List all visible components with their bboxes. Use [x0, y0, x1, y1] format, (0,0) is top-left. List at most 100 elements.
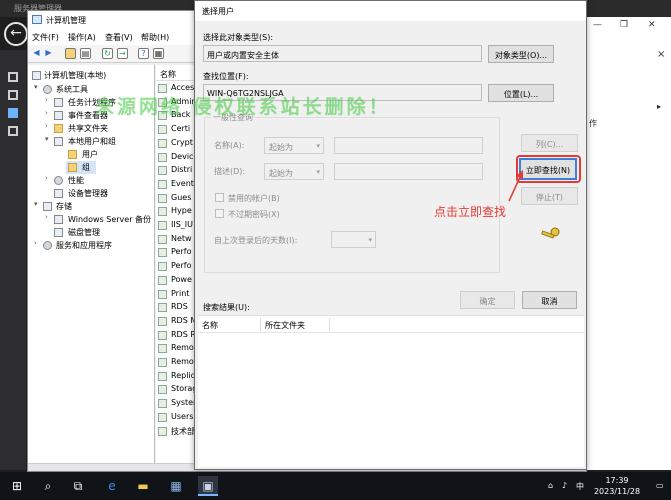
list-item[interactable]: 技术部	[156, 425, 196, 438]
expand-arrow-icon[interactable]: ›	[34, 239, 37, 247]
notifications-icon[interactable]: ▭	[656, 481, 664, 490]
expand-arrow-icon[interactable]: ›	[45, 109, 48, 117]
locations-button[interactable]: 位置(L)...	[488, 84, 554, 102]
refresh-icon[interactable]: ↻	[102, 48, 113, 59]
local-server-icon[interactable]	[8, 90, 18, 100]
list-item-label: RDS M	[171, 315, 196, 325]
stop-button[interactable]: 停止(T)	[521, 187, 578, 205]
file-services-icon[interactable]	[8, 126, 18, 136]
actions-text: 作	[589, 119, 597, 128]
non-expiring-password-checkbox[interactable]	[215, 209, 224, 218]
days-since-logon-select[interactable]: ▾	[331, 231, 376, 248]
all-servers-icon[interactable]	[8, 108, 18, 118]
list-item[interactable]: Users	[156, 411, 196, 424]
export-icon[interactable]: →	[117, 48, 128, 59]
list-item[interactable]: Syster	[156, 397, 196, 410]
volume-icon[interactable]: ♪	[562, 481, 567, 490]
name-match-select[interactable]: 起始为 ▾	[264, 137, 324, 154]
list-item[interactable]: Crypt	[156, 137, 196, 150]
list-item[interactable]: Remot	[156, 356, 196, 369]
list-item[interactable]: Distri	[156, 164, 196, 177]
list-item[interactable]: Storag	[156, 383, 196, 396]
tree-groups[interactable]: 组	[66, 161, 96, 174]
menu-file[interactable]: 文件(F)	[32, 32, 59, 43]
menu-view[interactable]: 查看(V)	[105, 32, 133, 43]
list-item[interactable]: Event	[156, 178, 196, 191]
collapse-arrow-icon[interactable]: ▾	[34, 83, 38, 91]
up-folder-icon[interactable]	[65, 48, 76, 59]
list-item[interactable]: Certi	[156, 123, 196, 136]
task-view-icon[interactable]: ⧉	[68, 476, 88, 496]
group-icon	[158, 262, 167, 272]
description-input[interactable]	[334, 163, 483, 180]
description-label: 描述(D):	[214, 167, 246, 176]
column-divider[interactable]	[260, 318, 261, 331]
computer-management-taskbar-icon[interactable]: ▣	[198, 476, 218, 496]
clock[interactable]: 17:39 2023/11/28	[585, 475, 649, 497]
forward-icon[interactable]: ▶	[43, 48, 54, 59]
file-explorer-icon[interactable]: ▬	[133, 476, 153, 496]
list-item-label: Syster	[171, 398, 196, 408]
expand-arrow-icon[interactable]: ›	[45, 174, 48, 182]
collapse-arrow-icon[interactable]: ▾	[34, 200, 38, 208]
help-icon[interactable]: ?	[138, 48, 149, 59]
list-item[interactable]: RDS R	[156, 329, 196, 342]
list-item[interactable]: Remot	[156, 342, 196, 355]
list-item[interactable]: Gues	[156, 192, 196, 205]
shared-folder-icon	[54, 124, 63, 133]
expand-arrow-icon[interactable]: ›	[45, 96, 48, 104]
list-item[interactable]: Print	[156, 288, 196, 301]
dialog-close-icon[interactable]: ×	[202, 6, 580, 15]
ime-indicator[interactable]: 中	[576, 481, 584, 492]
list-item[interactable]: RDS M	[156, 315, 196, 328]
search-icon[interactable]: ⌕	[38, 476, 58, 496]
expand-arrow-icon[interactable]: ›	[45, 213, 48, 221]
list-item[interactable]: IIS_IU	[156, 219, 196, 232]
list-item-label: Access	[171, 83, 196, 92]
search-results-table: 名称 所在文件夹	[198, 315, 584, 467]
menu-action[interactable]: 操作(A)	[68, 32, 96, 43]
back-arrow-icon[interactable]: ←	[4, 22, 28, 46]
column-divider[interactable]	[329, 318, 330, 331]
list-item[interactable]: Netw	[156, 233, 196, 246]
disabled-accounts-checkbox[interactable]	[215, 193, 224, 202]
list-item[interactable]: Perfo	[156, 260, 196, 273]
name-label: 名称(A):	[214, 141, 245, 150]
performance-icon	[54, 176, 63, 185]
list-item[interactable]: Perfo	[156, 246, 196, 259]
menu-help[interactable]: 帮助(H)	[141, 32, 169, 43]
show-tree-icon[interactable]: ▤	[80, 48, 91, 59]
list-item[interactable]: RDS	[156, 301, 196, 314]
list-header-name[interactable]: 名称	[156, 65, 196, 81]
network-icon[interactable]: ⌂	[548, 481, 553, 490]
edge-browser-icon[interactable]: e	[102, 476, 122, 496]
group-icon	[158, 303, 167, 313]
list-item[interactable]: Devic	[156, 151, 196, 164]
description-match-select[interactable]: 起始为 ▾	[264, 163, 324, 180]
list-item-label: Devic	[171, 151, 194, 161]
expand-arrow-icon[interactable]: ›	[45, 122, 48, 130]
window-close-icon[interactable]: ✕	[648, 20, 656, 30]
cancel-button[interactable]: 取消	[522, 291, 577, 309]
minimize-icon[interactable]: —	[593, 20, 602, 30]
pane-close-icon[interactable]: ×	[657, 49, 665, 60]
object-types-button[interactable]: 对象类型(O)...	[488, 45, 554, 63]
ok-button[interactable]: 确定	[460, 291, 515, 309]
group-icon	[158, 248, 167, 258]
list-item[interactable]: Replic	[156, 370, 196, 383]
columns-button[interactable]: 列(C)...	[521, 134, 578, 152]
dashboard-icon[interactable]	[8, 72, 18, 82]
properties-icon[interactable]: ▦	[153, 48, 164, 59]
maximize-icon[interactable]: ❐	[620, 20, 628, 30]
start-icon[interactable]: ⊞	[7, 476, 27, 496]
collapse-arrow-icon[interactable]: ▾	[45, 135, 49, 143]
list-item[interactable]: Hype	[156, 205, 196, 218]
expand-arrow-icon[interactable]: ▸	[657, 102, 661, 111]
clock-time: 17:39	[605, 476, 629, 485]
list-item[interactable]: Powe	[156, 274, 196, 287]
results-column-name[interactable]: 名称	[202, 320, 218, 331]
back-icon[interactable]: ◀	[31, 48, 42, 59]
name-input[interactable]	[334, 137, 483, 154]
results-column-folder[interactable]: 所在文件夹	[265, 320, 305, 331]
server-manager-icon[interactable]: ▦	[166, 476, 186, 496]
